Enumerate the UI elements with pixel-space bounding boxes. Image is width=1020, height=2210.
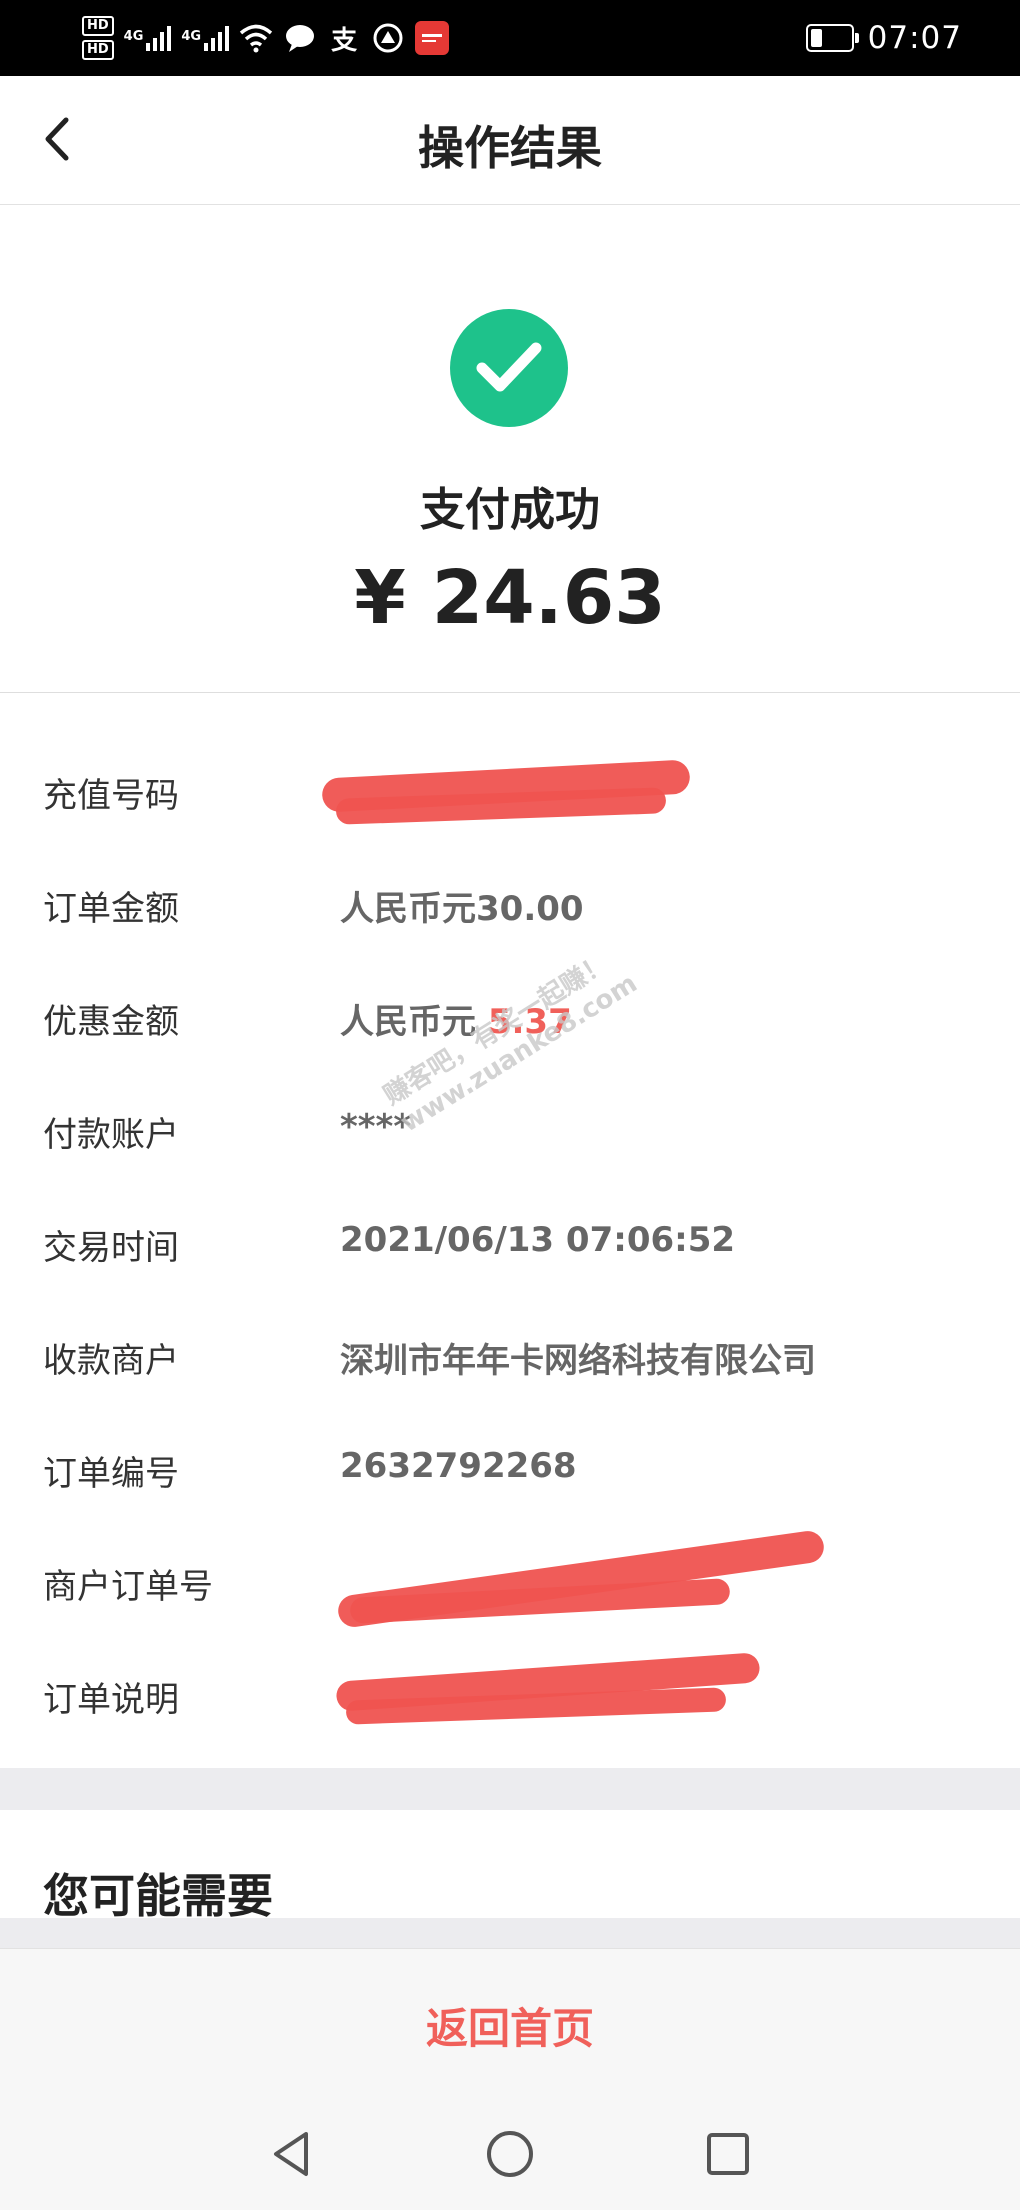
detail-label: 收款商户 [43,1341,179,1381]
signal-icon: 4G [181,25,230,51]
app-icon [371,21,405,55]
network-type-label: 4G [123,29,144,44]
detail-value: 深圳市年年卡网络科技有限公司 [340,1341,816,1381]
detail-label: 交易时间 [43,1228,179,1268]
detail-row-payment-account: 付款账户 **** [0,1089,1020,1169]
signal-icon: 4G [124,25,172,51]
bottom-action-bar: 返回首页 [0,1948,1020,2099]
check-circle-icon [450,309,568,427]
currency-symbol: ¥ [354,555,406,641]
detail-value: 2021/06/13 07:06:52 [340,1220,736,1260]
wifi-icon [239,21,273,55]
order-details: 充值号码 订单金额 人民币元30.00 优惠金额 人民币元 5.37 付款账户 … [0,693,1020,1767]
app-icon [415,21,450,55]
detail-row-transaction-time: 交易时间 2021/06/13 07:06:52 [0,1202,1020,1282]
page-title: 操作结果 [418,121,602,175]
detail-label: 商户订单号 [43,1567,213,1607]
payment-result: 支付成功 ¥24.63 [0,205,1020,692]
chat-icon [283,21,317,55]
detail-row-order-amount: 订单金额 人民币元30.00 [0,863,1020,943]
detail-row-merchant: 收款商户 深圳市年年卡网络科技有限公司 [0,1315,1020,1395]
recents-square-icon[interactable] [702,2128,754,2180]
hd-badge-2: HD [82,40,114,60]
detail-label: 订单编号 [43,1454,179,1494]
detail-value: 人民币元30.00 [340,889,584,929]
detail-value: 2632792268 [340,1446,577,1486]
battery-level-fill [810,29,822,47]
back-triangle-icon[interactable] [266,2128,318,2180]
system-nav-bar [0,2098,1020,2210]
home-circle-icon[interactable] [484,2128,536,2180]
network-type-label: 4G [181,29,202,44]
detail-label: 订单金额 [43,889,179,929]
section-gap [0,1768,1020,1810]
payment-status-text: 支付成功 [419,483,600,536]
detail-row-order-number: 订单编号 2632792268 [0,1428,1020,1508]
status-icons-right: 07:07 [805,12,962,64]
back-to-home-button[interactable]: 返回首页 [0,1995,1020,2056]
status-time: 07:07 [867,20,962,56]
detail-label: 订单说明 [43,1680,179,1720]
amount-value: 24.63 [431,555,666,641]
payment-amount: ¥24.63 [0,555,1020,641]
hd-indicator: HD HD [82,16,114,60]
hd-badge-1: HD [82,16,114,36]
detail-label: 付款账户 [43,1115,179,1155]
detail-label: 优惠金额 [43,1002,179,1042]
status-bar: HD HD 4G 4G 支 07:07 [0,0,1020,76]
status-icons-left: HD HD 4G 4G 支 [82,10,450,66]
recommend-section: 您可能需要 [0,1810,1020,1923]
nav-bar: 操作结果 [0,76,1020,205]
alipay-icon: 支 [331,25,358,56]
detail-label: 充值号码 [43,776,179,816]
recommend-title: 您可能需要 [43,1869,273,1923]
section-gap [0,1918,1020,1948]
battery-icon [805,24,859,52]
